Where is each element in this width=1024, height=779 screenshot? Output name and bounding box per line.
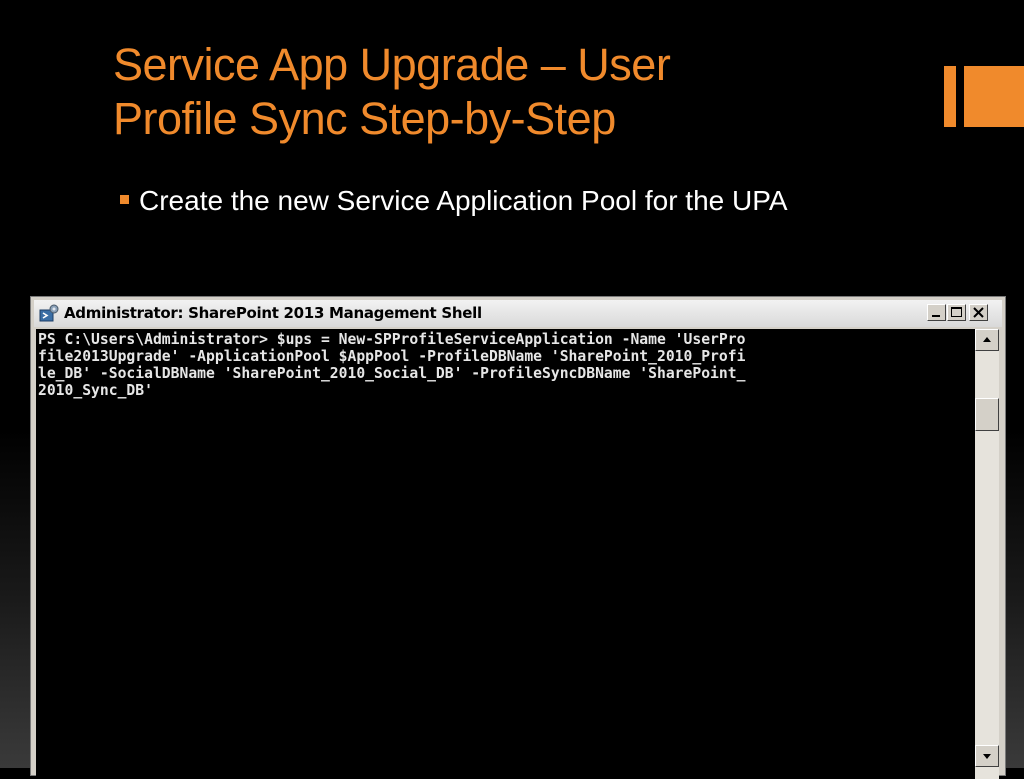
- maximize-icon: [951, 307, 962, 317]
- arrow-up-icon: [983, 337, 991, 342]
- scrollbar-thumb[interactable]: [975, 398, 999, 431]
- console-line: le_DB' -SocialDBName 'SharePoint_2010_So…: [38, 365, 746, 382]
- powershell-window: Administrator: SharePoint 2013 Managemen…: [30, 296, 1006, 779]
- close-button[interactable]: [969, 304, 988, 321]
- decorative-bar-thin: [944, 66, 956, 127]
- window-title: Administrator: SharePoint 2013 Managemen…: [64, 304, 482, 322]
- minimize-button[interactable]: [927, 304, 946, 321]
- arrow-down-icon: [983, 754, 991, 759]
- window-titlebar[interactable]: Administrator: SharePoint 2013 Managemen…: [34, 300, 1002, 327]
- scroll-up-button[interactable]: [975, 329, 999, 351]
- vertical-scrollbar[interactable]: [975, 329, 999, 779]
- maximize-button[interactable]: [947, 304, 966, 321]
- bullet-item: Create the new Service Application Pool …: [120, 182, 880, 220]
- minimize-icon: [932, 315, 940, 317]
- scroll-down-button[interactable]: [975, 745, 999, 767]
- console-output[interactable]: PS C:\Users\Administrator> $ups = New-SP…: [36, 329, 975, 779]
- console-line: 2010_Sync_DB': [38, 382, 153, 399]
- square-bullet-icon: [120, 195, 129, 204]
- slide-title: Service App Upgrade – User Profile Sync …: [113, 39, 671, 144]
- powershell-icon: [39, 304, 59, 322]
- console-line: file2013Upgrade' -ApplicationPool $AppPo…: [38, 348, 746, 365]
- bullet-text: Create the new Service Application Pool …: [139, 185, 788, 216]
- close-icon: [973, 307, 984, 318]
- console-line: PS C:\Users\Administrator> $ups = New-SP…: [38, 331, 746, 348]
- decorative-bar-thick: [964, 66, 1024, 127]
